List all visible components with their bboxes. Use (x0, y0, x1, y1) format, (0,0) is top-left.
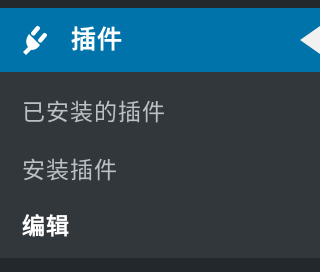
plug-icon (16, 22, 52, 58)
menu-top-strip (0, 0, 320, 8)
submenu-item-add-plugin[interactable]: 安装插件 (22, 154, 118, 188)
current-menu-pointer (300, 26, 320, 54)
admin-sidebar-menu: 插件 已安装的插件 安装插件 编辑 (0, 0, 320, 272)
submenu-item-editor[interactable]: 编辑 (22, 210, 70, 244)
plugins-submenu: 已安装的插件 安装插件 编辑 (0, 72, 320, 258)
plugins-menu-header[interactable]: 插件 (0, 8, 320, 72)
menu-bottom-strip (0, 258, 320, 272)
plugins-menu-label: 插件 (71, 25, 124, 54)
submenu-item-installed-plugins[interactable]: 已安装的插件 (22, 96, 166, 130)
